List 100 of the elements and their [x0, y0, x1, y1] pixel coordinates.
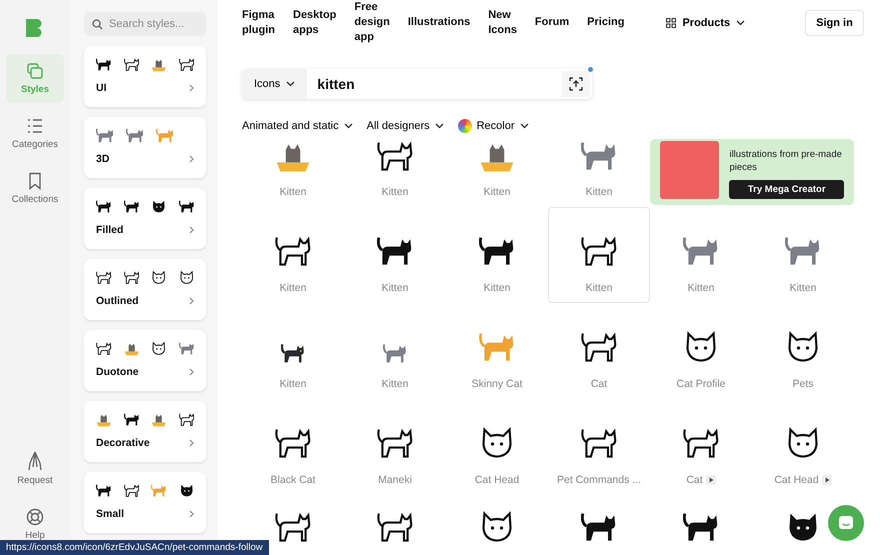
try-mega-creator-button[interactable]: Try Mega Creator	[729, 180, 844, 199]
chevron-right-icon	[189, 84, 194, 92]
filter-dropdown[interactable]: Animated and static	[242, 120, 353, 132]
icon-result[interactable]: Cat Head	[446, 399, 548, 495]
style-card[interactable]: Decorative	[84, 401, 206, 462]
chevron-down-icon	[286, 81, 296, 88]
style-name: UI	[96, 82, 106, 94]
nav-link[interactable]: Illustrations	[408, 15, 470, 30]
icon-result[interactable]: Kitten	[548, 207, 650, 303]
icon-result[interactable]: Kitten	[344, 303, 446, 399]
promo-text: illustrations from pre-made pieces	[729, 149, 843, 174]
icon-result[interactable]: Kitten	[344, 207, 446, 303]
filter-dropdown[interactable]: All designers	[366, 120, 444, 132]
icon-result[interactable]: Black Cat	[242, 399, 344, 495]
icon-result[interactable]: Cat Profile	[650, 303, 752, 399]
icon-result[interactable]: Pets	[752, 303, 854, 399]
chevron-right-icon	[189, 297, 194, 305]
lifebuoy-icon	[26, 508, 44, 526]
chevron-right-icon	[189, 439, 194, 447]
grid-icon	[666, 18, 676, 28]
icon-result[interactable]: Kitten	[446, 139, 548, 207]
cat-icon	[96, 127, 114, 145]
cat-icon	[178, 56, 194, 74]
icon-label: Kitten	[280, 282, 306, 294]
icon-result[interactable]: Kitten	[446, 207, 548, 303]
icon-label: Skinny Cat	[472, 378, 522, 390]
icon-label: Kitten	[790, 282, 816, 294]
style-name: Duotone	[96, 366, 139, 378]
cat-icon	[96, 340, 112, 358]
icon-label: Cat	[686, 474, 716, 486]
style-card[interactable]: 3D	[84, 117, 206, 178]
rail-tab[interactable]: Collections	[6, 164, 64, 213]
chevron-right-icon	[189, 368, 194, 376]
style-card[interactable]: Duotone	[84, 330, 206, 391]
bookmark-icon	[27, 172, 43, 190]
icon-result[interactable]: Cat	[650, 399, 752, 495]
style-card[interactable]: Filled	[84, 188, 206, 249]
rail-tab[interactable]: Categories	[6, 109, 64, 158]
icon-result[interactable]: Kitten	[752, 207, 854, 303]
icon-result[interactable]: Kitten	[242, 139, 344, 207]
color-wheel-icon	[458, 119, 472, 133]
notification-dot	[588, 67, 593, 72]
chevron-right-icon	[189, 155, 194, 163]
search-field[interactable]: Search styles...	[84, 12, 206, 36]
cat-icon	[178, 411, 194, 429]
icon-label: Kitten	[688, 282, 714, 294]
list-icon	[26, 117, 44, 135]
style-card[interactable]: Small	[84, 472, 206, 533]
style-name: Outlined	[96, 295, 139, 307]
icon-label: Kitten	[280, 186, 306, 198]
icon-result[interactable]: Kitten	[548, 139, 650, 207]
nav-link[interactable]: Desktop apps	[293, 8, 336, 38]
style-name: 3D	[96, 153, 110, 165]
cat-icon	[124, 56, 139, 74]
chevron-right-icon	[189, 226, 194, 234]
icon-label: Kitten	[586, 282, 612, 294]
nav-link[interactable]: Figma plugin	[242, 8, 275, 38]
nav-link[interactable]: Pricing	[587, 15, 624, 30]
icon-label: Pets	[792, 378, 814, 390]
icon-result[interactable]: Cat	[548, 303, 650, 399]
icon-label: Kitten	[382, 282, 408, 294]
nav-link[interactable]: Forum	[534, 15, 570, 30]
icon-label: Maneki	[378, 474, 412, 486]
icon-label: Kitten	[484, 282, 510, 294]
type-dropdown[interactable]: Icons	[242, 69, 308, 99]
icon-label: Cat Profile	[676, 378, 726, 390]
icon-result[interactable]: Cat Head	[752, 399, 854, 495]
icon-label: Kitten	[484, 186, 510, 198]
style-name: Decorative	[96, 437, 150, 449]
style-card[interactable]: Outlined	[84, 259, 206, 320]
nav-link[interactable]: New Icons	[488, 8, 517, 38]
chevron-down-icon	[434, 123, 444, 129]
chevron-down-icon	[736, 20, 746, 26]
chevron-right-icon	[189, 510, 194, 518]
cat-icon	[151, 340, 166, 358]
products-menu[interactable]: Products	[660, 16, 752, 30]
filter-dropdown[interactable]: Recolor	[458, 119, 529, 133]
url-tooltip: https://icons8.com/icon/6zrEdvJuSACn/pet-commands-follow	[0, 540, 269, 555]
icon-result[interactable]: Kitten	[650, 207, 752, 303]
icon-result[interactable]: Kitten	[242, 207, 344, 303]
style-card[interactable]: UI	[84, 46, 206, 107]
search-bar[interactable]: Icons kitten	[242, 69, 592, 99]
cat-icon	[124, 482, 139, 500]
cat-icon	[151, 269, 166, 287]
sign-in-button[interactable]: Sign in	[805, 10, 864, 36]
nav-link[interactable]: Free design app	[354, 0, 390, 45]
icon-result[interactable]: Maneki	[344, 399, 446, 495]
cat-icon	[124, 269, 139, 287]
chevron-down-icon	[520, 123, 529, 129]
icon-label: Cat Head	[774, 474, 832, 486]
icon-result[interactable]: Pet Commands ...	[548, 399, 650, 495]
icon-result[interactable]: Kitten	[242, 303, 344, 399]
rail-tab[interactable]: Request	[6, 443, 64, 494]
search-query[interactable]: kitten	[307, 69, 560, 99]
icon-result[interactable]: Kitten	[344, 139, 446, 207]
cat-icon	[126, 127, 144, 145]
icon-result[interactable]: Skinny Cat	[446, 303, 548, 399]
icon-label: Kitten	[382, 378, 408, 390]
image-search-button[interactable]	[562, 71, 590, 97]
cat-icon	[178, 269, 194, 287]
